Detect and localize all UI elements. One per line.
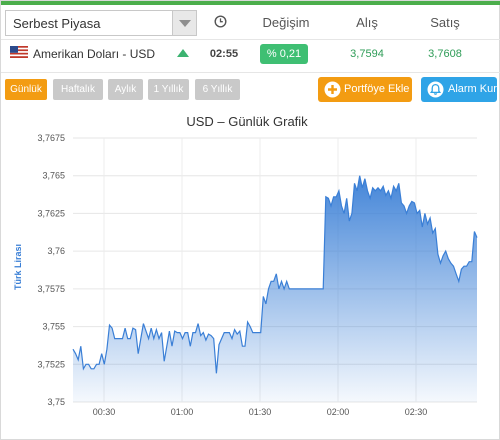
- buy-price: 3,7594: [350, 48, 384, 60]
- chevron-down-icon[interactable]: [172, 11, 196, 35]
- y-tick-label: 3,765: [42, 171, 65, 181]
- y-axis-label: Türk Lirası: [13, 244, 23, 290]
- period-weekly-button[interactable]: Haftalık: [53, 79, 103, 100]
- buy-header: Alış: [356, 15, 378, 30]
- bell-icon: [427, 81, 444, 98]
- add-to-portfolio-label: Portföye Ekle: [344, 83, 410, 95]
- us-flag-icon: [10, 46, 28, 58]
- market-select-value: Serbest Piyasa: [13, 16, 101, 31]
- x-tick-label: 00:30: [93, 407, 116, 417]
- clock-icon: [214, 15, 227, 28]
- x-tick-label: 01:00: [171, 407, 194, 417]
- market-select[interactable]: Serbest Piyasa: [5, 10, 197, 36]
- y-tick-label: 3,7575: [37, 284, 65, 294]
- period-1year-button[interactable]: 1 Yıllık: [148, 79, 189, 100]
- y-tick-label: 3,76: [47, 246, 65, 256]
- plus-circle-icon: [324, 81, 341, 98]
- currency-name[interactable]: Amerikan Doları - USD: [33, 47, 155, 61]
- update-time: 02:55: [209, 48, 239, 60]
- x-tick-label: 02:00: [327, 407, 350, 417]
- y-tick-label: 3,7675: [37, 133, 65, 143]
- period-6year-button[interactable]: 6 Yıllık: [195, 79, 240, 100]
- set-alarm-button[interactable]: Alarm Kur: [421, 77, 497, 102]
- add-to-portfolio-button[interactable]: Portföye Ekle: [318, 77, 412, 102]
- divider: [1, 39, 500, 40]
- period-monthly-button[interactable]: Aylık: [108, 79, 143, 100]
- up-arrow-icon: [177, 49, 189, 57]
- sell-price: 3,7608: [428, 48, 462, 60]
- chart-title: USD – Günlük Grafik: [186, 114, 308, 129]
- currency-widget: Serbest Piyasa Değişim Alış Satış Amerik…: [0, 0, 500, 440]
- x-tick-label: 01:30: [249, 407, 272, 417]
- set-alarm-label: Alarm Kur: [448, 83, 497, 95]
- change-badge: % 0,21: [260, 44, 308, 64]
- sell-header: Satış: [430, 15, 460, 30]
- y-tick-label: 3,7625: [37, 208, 65, 218]
- x-tick-label: 02:30: [405, 407, 428, 417]
- change-header: Değişim: [262, 15, 310, 30]
- top-accent-bar: [1, 1, 500, 5]
- daily-chart: USD – Günlük Grafik Türk Lirası 3,75 3,75…: [5, 105, 497, 437]
- divider: [1, 72, 500, 73]
- y-tick-label: 3,755: [42, 322, 65, 332]
- y-tick-label: 3,75: [47, 397, 65, 407]
- period-daily-button[interactable]: Günlük: [5, 79, 47, 100]
- y-tick-label: 3,7525: [37, 359, 65, 369]
